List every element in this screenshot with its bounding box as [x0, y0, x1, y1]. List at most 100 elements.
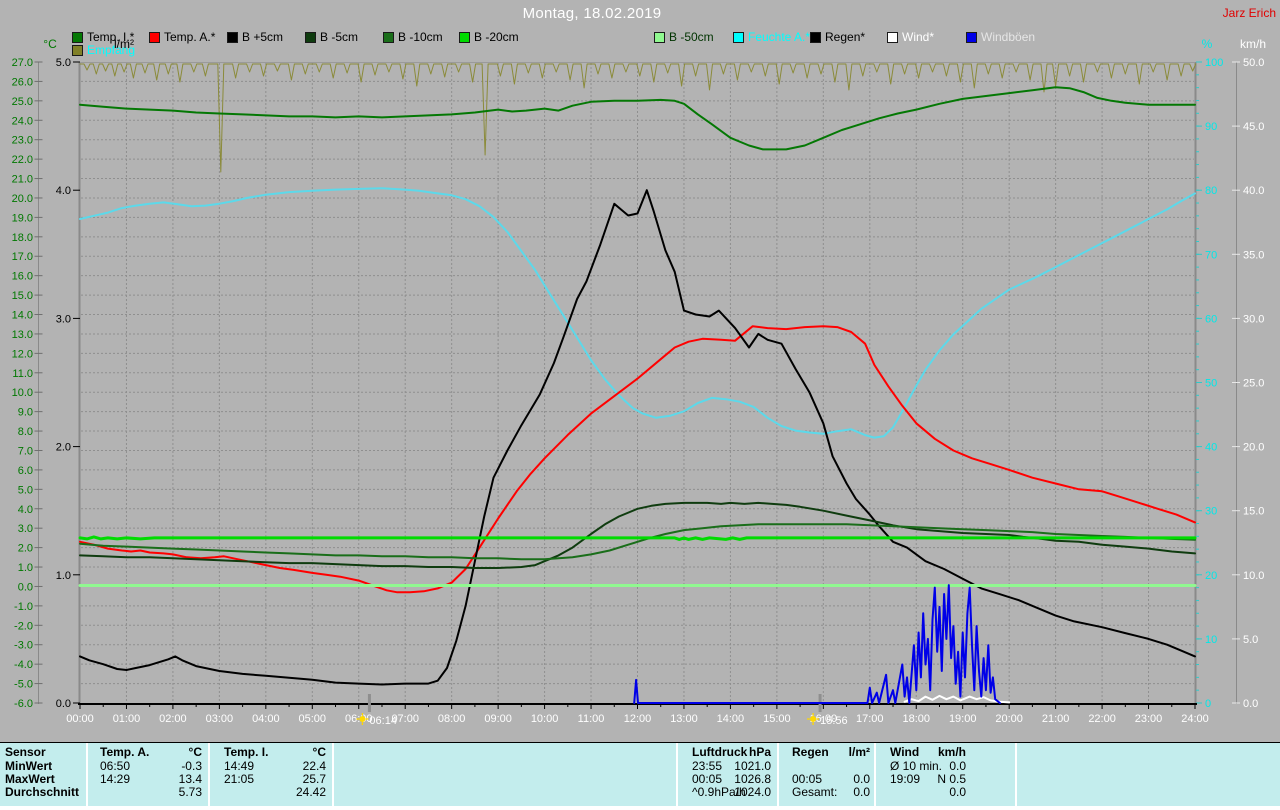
axis-tick-label: 21:00 — [1042, 713, 1070, 725]
axis-tick-label: 20.0 — [1243, 442, 1264, 454]
axis-percent: 1009080706050403020100% — [1196, 37, 1223, 710]
axis-tick-label: 2.0 — [18, 543, 33, 555]
axis-tick-label: 15.0 — [12, 290, 33, 302]
axis-tick-label: 50.0 — [1243, 57, 1264, 69]
axis-tick-label: -2.0 — [14, 620, 33, 632]
axis-tick-label: l/m² — [114, 37, 134, 51]
axis-tick-label: 30 — [1205, 506, 1217, 518]
axis-tick-label: 08:00 — [438, 713, 466, 725]
axis-tick-label: 22:00 — [1088, 713, 1116, 725]
axis-tick-label: 3.0 — [18, 523, 33, 535]
chart-plot: 27.026.025.024.023.022.021.020.019.018.0… — [0, 0, 1280, 741]
axis-tick-label: 50 — [1205, 378, 1217, 390]
axis-tick-label: 35.0 — [1243, 249, 1264, 261]
axis-tick-label: 80 — [1205, 185, 1217, 197]
table-separator — [777, 743, 779, 807]
table-separator — [874, 743, 876, 807]
axis-tick-label: 21.0 — [12, 174, 33, 186]
axis-tick-label: 20:00 — [995, 713, 1023, 725]
table-column-wind: Windkm/hØ 10 min.0.019:09N 0.50.0 — [880, 743, 968, 807]
stat-cell-time: Gesamt: — [792, 786, 837, 799]
axis-tick-label: 14:00 — [717, 713, 745, 725]
table-separator — [86, 743, 88, 807]
axis-tick-label: 0 — [1205, 698, 1211, 710]
axis-tick-label: 3.0 — [56, 313, 71, 325]
axis-tick-label: % — [1202, 37, 1213, 51]
table-row-label: Durchschnitt — [5, 786, 79, 799]
stat-cell-value: 1024.0 — [734, 786, 771, 799]
axis-tick-label: 5.0 — [56, 57, 71, 69]
axis-tick-label: 25.0 — [12, 96, 33, 108]
table-col-header: Temp. A. — [100, 746, 149, 759]
axis-tick-label: 10.0 — [12, 387, 33, 399]
axis-tick-label: 09:00 — [484, 713, 512, 725]
stats-table: SensorMinWertMaxWertDurchschnittTemp. A.… — [0, 742, 1280, 807]
axis-tick-label: 60 — [1205, 313, 1217, 325]
axis-tick-label: 04:00 — [252, 713, 280, 725]
table-column-regen: Regenl/m²00:050.0Gesamt:0.0 — [782, 743, 872, 807]
table-col-header: Luftdruck — [692, 746, 747, 759]
axis-tick-label: 15.0 — [1243, 506, 1264, 518]
axis-tick-label: 7.0 — [18, 445, 33, 457]
axis-tick-label: 23:00 — [1135, 713, 1163, 725]
axis-tick-label: 13.0 — [12, 329, 33, 341]
axis-tick-label: 11.0 — [12, 368, 33, 380]
axis-tick-label: 20 — [1205, 570, 1217, 582]
table-col-unit: °C — [189, 746, 202, 759]
axis-tick-label: 17.0 — [12, 251, 33, 263]
axis-tick-label: 40 — [1205, 442, 1217, 454]
axis-tick-label: 24.0 — [12, 115, 33, 127]
table-col-unit: km/h — [938, 746, 966, 759]
axis-tick-label: 30.0 — [1243, 313, 1264, 325]
table-col-unit: hPa — [749, 746, 771, 759]
axis-tick-label: 17:00 — [856, 713, 884, 725]
axis-tick-label: 12:00 — [624, 713, 652, 725]
axis-tick-label: 19.0 — [12, 212, 33, 224]
axis-tick-label: 45.0 — [1243, 121, 1264, 133]
axis-tick-label: 2.0 — [56, 442, 71, 454]
axis-tick-label: 16.0 — [12, 271, 33, 283]
axis-tick-label: 18:00 — [902, 713, 930, 725]
table-separator — [332, 743, 334, 807]
gridlines — [81, 63, 1194, 702]
axis-tick-label: 05:00 — [299, 713, 327, 725]
axis-tick-label: 00:00 — [66, 713, 94, 725]
axis-tick-label: -6.0 — [14, 698, 33, 710]
table-separator — [1015, 743, 1017, 807]
stat-cell-time: 14:29 — [100, 773, 130, 786]
axis-tick-label: 100 — [1205, 57, 1223, 69]
series-windboeen — [634, 585, 1000, 703]
stat-cell-value: 24.42 — [296, 786, 326, 799]
axis-tick-label: 22.0 — [12, 154, 33, 166]
stat-cell-time: 21:05 — [224, 773, 254, 786]
axis-tick-label: km/h — [1240, 37, 1266, 51]
axis-tick-label: 20.0 — [12, 193, 33, 205]
stat-cell-value: 0.0 — [853, 786, 870, 799]
table-column-luftdruck: LuftdruckhPa23:551021.000:051026.8^0.9hP… — [682, 743, 773, 807]
table-column-temp-a-: Temp. A.°C06:50-0.314:2913.45.73 — [90, 743, 204, 807]
axis-tick-label: -1.0 — [14, 601, 33, 613]
axis-tick-label: 70 — [1205, 249, 1217, 261]
axis-tick-label: 15:00 — [763, 713, 791, 725]
axis-tick-label: 24:00 — [1181, 713, 1209, 725]
axis-tick-label: 9.0 — [18, 407, 33, 419]
axis-tick-label: 0.0 — [1243, 698, 1258, 710]
axis-tick-label: 40.0 — [1243, 185, 1264, 197]
axis-temp-c: 27.026.025.024.023.022.021.020.019.018.0… — [12, 37, 57, 710]
axis-tick-label: 01:00 — [113, 713, 141, 725]
series-wind — [905, 696, 1010, 703]
table-separator — [208, 743, 210, 807]
axis-tick-label: 0.0 — [56, 698, 71, 710]
axis-tick-label: 27.0 — [12, 57, 33, 69]
axis-tick-label: -5.0 — [14, 679, 33, 691]
axis-tick-label: 6.0 — [18, 465, 33, 477]
axis-tick-label: 1.0 — [18, 562, 33, 574]
series-b-10cm — [80, 524, 1195, 559]
axis-tick-label: 0.0 — [18, 581, 33, 593]
axis-tick-label: 10:00 — [531, 713, 559, 725]
bottom-strip — [0, 806, 1280, 810]
axis-tick-label: 5.0 — [1243, 634, 1258, 646]
axis-tick-label: 02:00 — [159, 713, 187, 725]
stat-cell-value: 5.73 — [179, 786, 202, 799]
axis-tick-label: 12.0 — [12, 348, 33, 360]
